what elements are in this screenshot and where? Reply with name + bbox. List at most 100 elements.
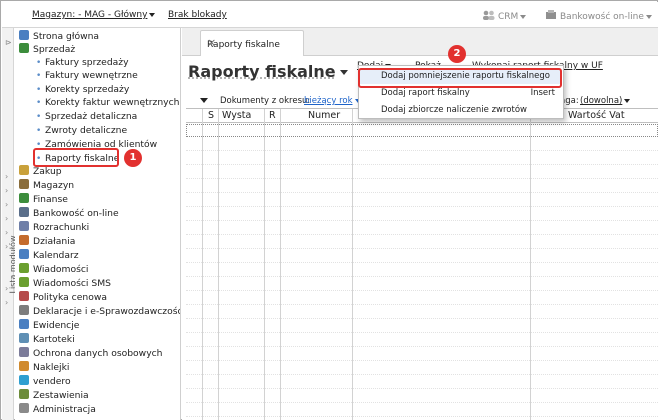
sidebar-item-price-policy[interactable]: Polityka cenowa [19,291,107,305]
sidebar-item-label: Ewidencje [33,320,79,331]
table-row[interactable] [186,152,658,165]
table-row[interactable] [186,236,658,249]
sidebar-subitem-internal-invoices[interactable]: Faktury wewnętrzne [45,69,138,83]
sidebar-item-messages[interactable]: Wiadomości [19,263,88,277]
tag-selector[interactable]: (dowolna) [580,96,630,106]
home-icon [19,30,29,40]
sidebar-item-actions[interactable]: Działania [19,235,75,249]
table-row[interactable] [186,306,658,319]
sidebar-item-stickers[interactable]: Naklejki [19,361,69,375]
sidebar-subitem-retail-returns[interactable]: Zwroty detaliczne [45,124,127,138]
sidebar-item-label: Strona główna [33,31,99,42]
sidebar-item-sms[interactable]: Wiadomości SMS [19,277,111,291]
lock-status-link[interactable]: Brak blokady [168,10,227,20]
close-icon[interactable]: × [207,36,295,49]
label-icon [19,361,29,371]
table-row[interactable] [186,166,658,179]
table-row[interactable] [186,124,658,137]
page-title[interactable]: Raporty fiskalne [188,62,348,81]
column-header-number[interactable]: Numer [308,110,340,121]
users-icon [482,10,496,20]
column-header-vat-value[interactable]: Wartość Vat [568,110,625,121]
warehouse-icon [19,179,29,189]
sidebar-item-sales[interactable]: Sprzedaż [19,43,75,57]
page-title-text: Raporty fiskalne [188,62,336,81]
filter-toggle[interactable] [198,96,208,106]
period-selector[interactable]: bieżący rok [304,96,361,106]
sidebar-item-label: Deklaracje i e-Sprawozdawczość [33,306,181,317]
table-row[interactable] [186,404,658,417]
pin-icon[interactable]: ⊳ [5,38,12,47]
warehouse-label: Magazyn: - MAG - Główny [32,10,147,20]
settlement-icon [19,221,29,231]
price-icon [19,291,29,301]
chevron-down-icon [340,70,348,75]
sidebar-item-declarations[interactable]: Deklaracje i e-Sprawozdawczość [19,305,181,319]
module-rail[interactable]: ⊳ Lista modułów › › › › › › › › [2,28,14,420]
bank-icon [545,10,557,20]
sidebar-item-registers[interactable]: Ewidencje [19,319,79,333]
sidebar-item-finance[interactable]: Finanse [19,193,68,207]
sidebar-subitem-sales-invoices[interactable]: Faktury sprzedaży [45,56,129,70]
period-value: bieżący rok [304,96,353,106]
chevron-right-icon: › [5,172,8,181]
crm-label: CRM [498,12,518,22]
tab-fiscal-reports[interactable]: Raporty fiskalne × [200,30,304,56]
chevron-right-icon: › [5,228,8,237]
column-header-issued[interactable]: Wysta [222,110,251,121]
sidebar: Strona główna Sprzedaż Faktury sprzedaży… [15,28,181,420]
app-window: Magazyn: - MAG - Główny Brak blokady CRM… [0,0,658,420]
reports-grid[interactable]: S Wysta R Numer Wartość Vat [186,108,658,420]
sidebar-item-label: Zakup [33,166,62,177]
sidebar-item-home[interactable]: Strona główna [19,30,99,44]
table-row[interactable] [186,376,658,389]
crm-menu[interactable]: CRM [482,10,526,22]
sidebar-item-calendar[interactable]: Kalendarz [19,249,79,263]
table-row[interactable] [186,180,658,193]
files-icon [19,333,29,343]
sidebar-item-banking[interactable]: Bankowość on-line [19,207,119,221]
table-row[interactable] [186,292,658,305]
sidebar-item-vendero[interactable]: vendero [19,375,71,389]
sms-icon [19,277,29,287]
menu-item-add-bulk-returns[interactable]: Dodaj zbiorcze naliczenie zwrotów [381,105,527,115]
table-row[interactable] [186,250,658,263]
table-row[interactable] [186,362,658,375]
sidebar-item-reports[interactable]: Zestawienia [19,389,89,403]
sidebar-item-settlements[interactable]: Rozrachunki [19,221,89,235]
sidebar-item-administration[interactable]: Administracja [19,403,96,417]
table-row[interactable] [186,222,658,235]
table-row[interactable] [186,278,658,291]
menu-item-add-fiscal-report[interactable]: Dodaj raport fiskalny [381,88,470,98]
table-row[interactable] [186,334,658,347]
column-header-r[interactable]: R [269,110,276,121]
vendero-icon [19,375,29,385]
sales-icon [19,43,29,53]
shield-icon [19,347,29,357]
table-row[interactable] [186,320,658,333]
table-row[interactable] [186,194,658,207]
sidebar-subitem-sales-corrections[interactable]: Korekty sprzedaży [45,83,129,97]
banking-menu[interactable]: Bankowość on-line [545,10,652,22]
table-row[interactable] [186,138,658,151]
sidebar-item-purchase[interactable]: Zakup [19,165,62,179]
sidebar-item-data-protection[interactable]: Ochrona danych osobowych [19,347,163,361]
warehouse-selector[interactable]: Magazyn: - MAG - Główny [32,10,155,20]
table-row[interactable] [186,264,658,277]
table-row[interactable] [186,208,658,221]
sidebar-item-warehouse[interactable]: Magazyn [19,179,74,193]
sidebar-item-files[interactable]: Kartoteki [19,333,75,347]
table-row[interactable] [186,348,658,361]
chevron-right-icon: › [5,298,8,307]
sidebar-item-label: Rozrachunki [33,222,89,233]
table-row[interactable] [186,390,658,403]
sidebar-item-label: Kalendarz [33,250,79,261]
chevron-down-icon [149,13,155,17]
chevron-right-icon: › [5,200,8,209]
sidebar-item-label: Zestawienia [33,390,89,401]
shortcut-insert: Insert [531,88,555,98]
finance-icon [19,193,29,203]
sidebar-subitem-retail-sales[interactable]: Sprzedaż detaliczna [45,110,137,124]
sidebar-subitem-internal-corrections[interactable]: Korekty faktur wewnętrznych [45,96,180,110]
column-header-status[interactable]: S [208,110,214,121]
